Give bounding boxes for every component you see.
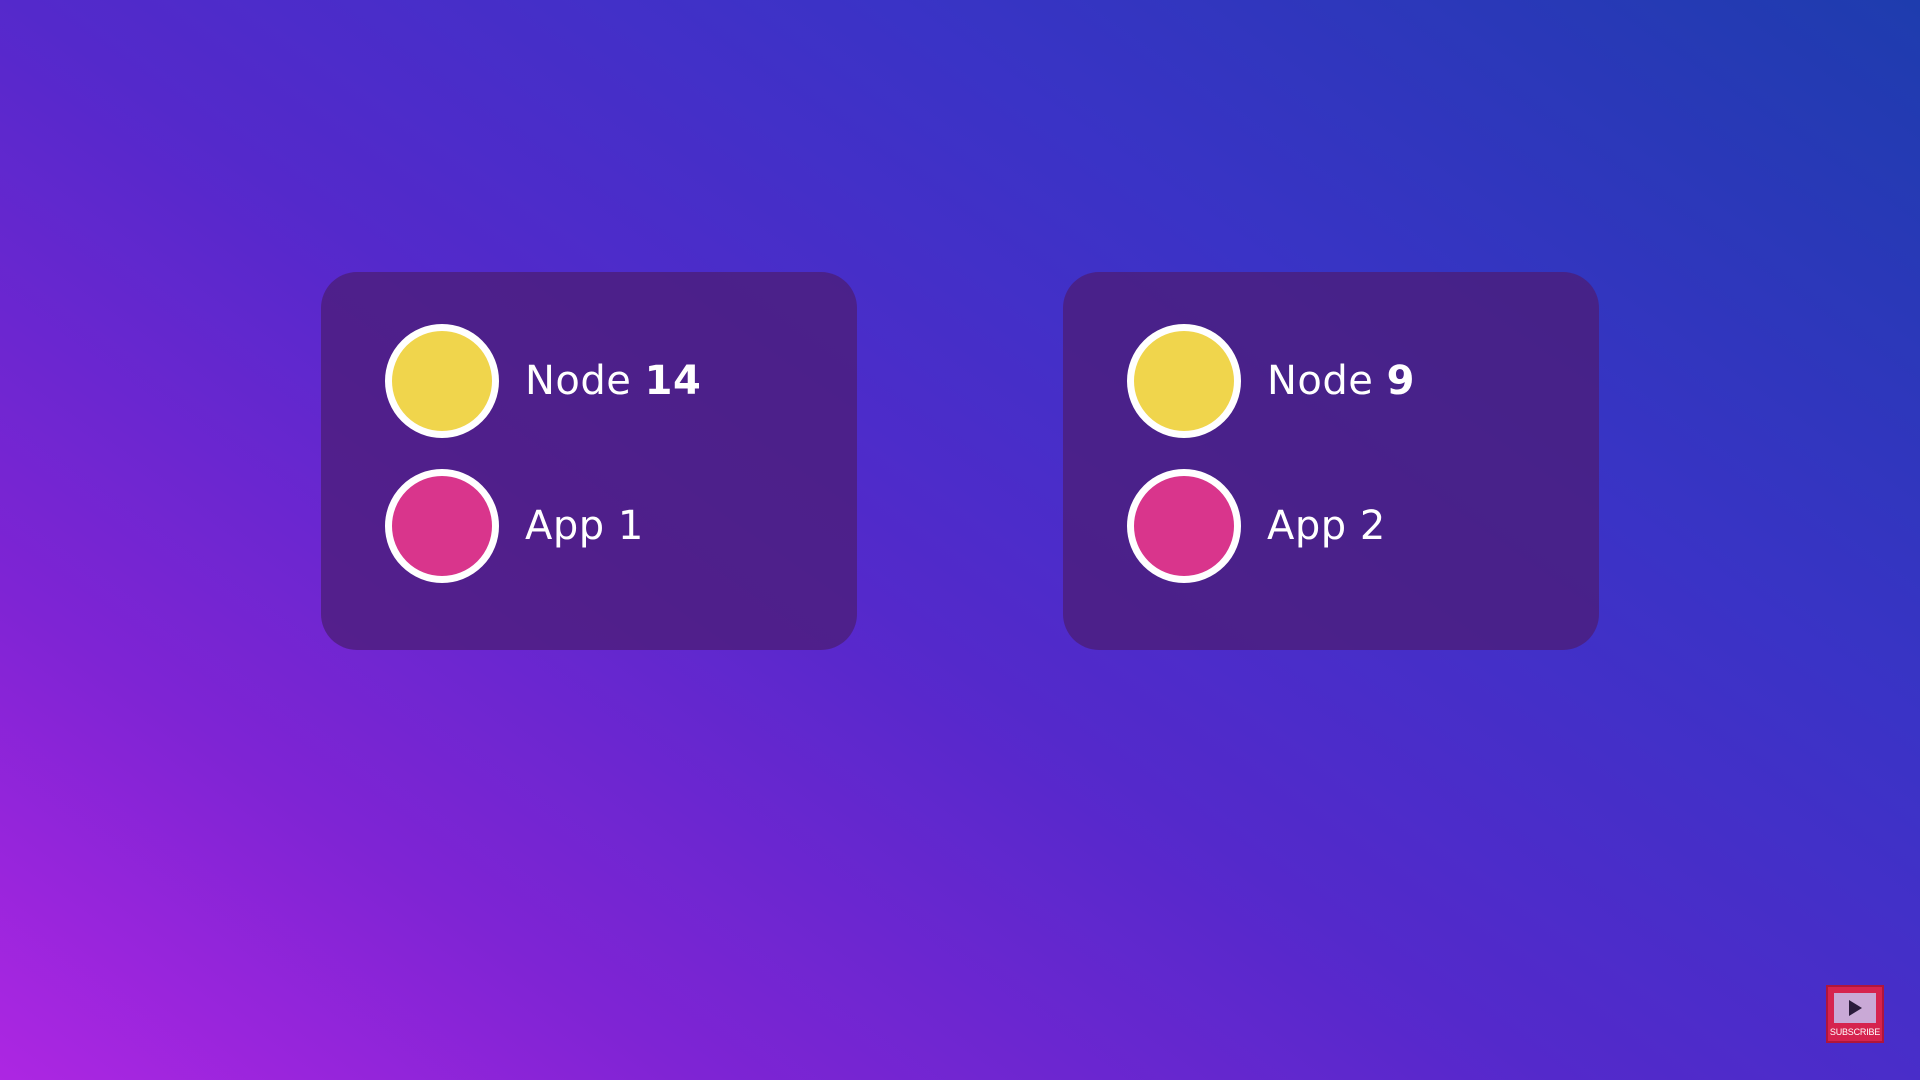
app-label: App 1 bbox=[525, 503, 644, 549]
app-circle-icon bbox=[385, 469, 499, 583]
server-card-1: Node 14 App 1 bbox=[321, 272, 857, 650]
subscribe-button[interactable]: SUBSCRIBE bbox=[1826, 985, 1884, 1043]
app-row: App 1 bbox=[385, 469, 644, 583]
node-circle-icon bbox=[1127, 324, 1241, 438]
subscribe-label: SUBSCRIBE bbox=[1829, 1027, 1881, 1037]
app-label: App 2 bbox=[1267, 503, 1386, 549]
play-icon bbox=[1834, 993, 1876, 1023]
node-prefix: Node bbox=[1267, 358, 1374, 404]
server-card-2: Node 9 App 2 bbox=[1063, 272, 1599, 650]
node-circle-icon bbox=[385, 324, 499, 438]
node-version: 9 bbox=[1386, 358, 1415, 404]
node-row: Node 9 bbox=[1127, 324, 1415, 438]
node-prefix: Node bbox=[525, 358, 632, 404]
app-circle-icon bbox=[1127, 469, 1241, 583]
node-version: 14 bbox=[644, 358, 702, 404]
node-label: Node 9 bbox=[1267, 358, 1415, 404]
node-row: Node 14 bbox=[385, 324, 701, 438]
node-label: Node 14 bbox=[525, 358, 701, 404]
app-row: App 2 bbox=[1127, 469, 1386, 583]
